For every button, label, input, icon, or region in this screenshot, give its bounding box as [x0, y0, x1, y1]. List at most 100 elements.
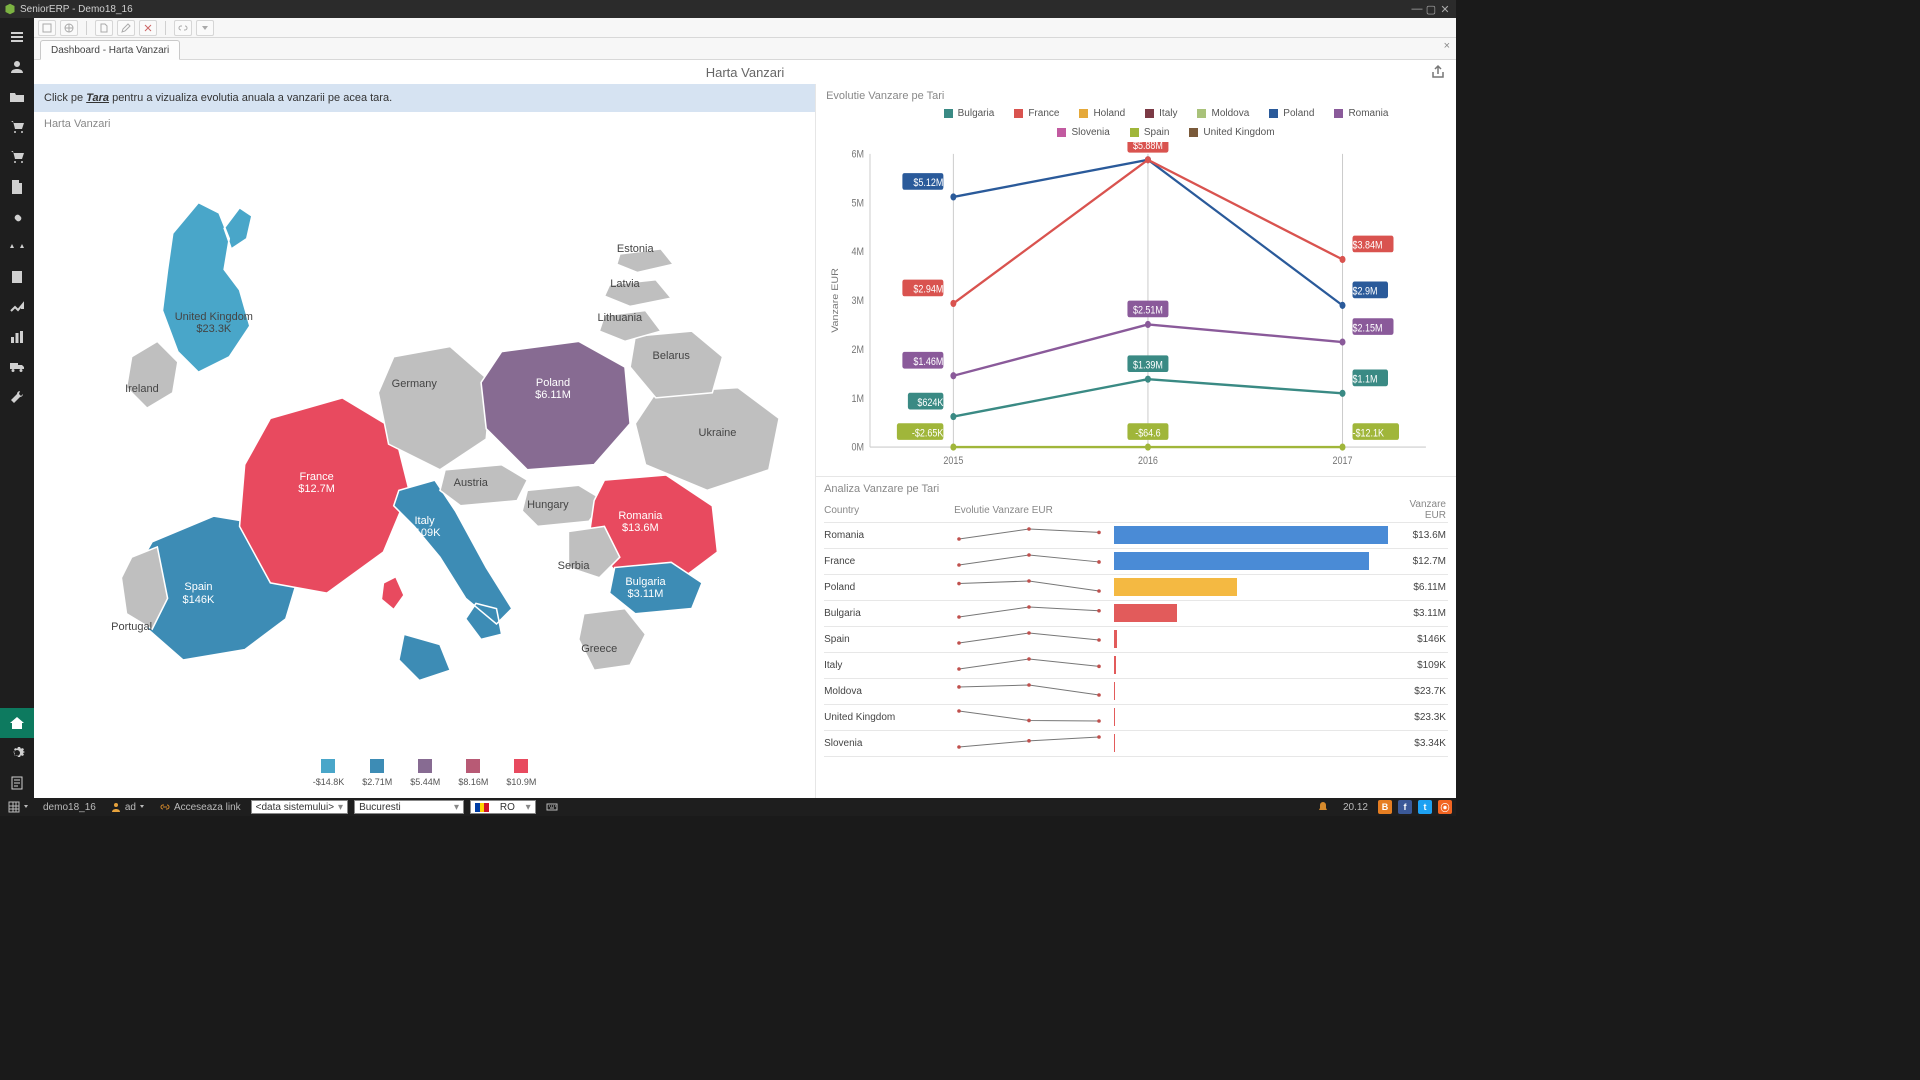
table-cell-country: Romania [824, 530, 954, 541]
window-maximize-button[interactable]: ▢ [1424, 3, 1438, 16]
table-cell-country: Bulgaria [824, 608, 954, 619]
cart-out-icon[interactable] [0, 112, 34, 142]
table-header: Country Evolutie Vanzare EUR Vanzare EUR [824, 499, 1448, 523]
twitter-icon[interactable]: t [1418, 800, 1432, 814]
toolbar-button-1[interactable] [38, 20, 56, 36]
legend-item[interactable]: Bulgaria [944, 108, 995, 119]
tools-icon[interactable] [0, 382, 34, 412]
table-row[interactable]: Moldova $23.7K [824, 679, 1448, 705]
rss-icon[interactable]: ⦿ [1438, 800, 1452, 814]
legend-item[interactable]: Romania [1334, 108, 1388, 119]
table-row[interactable]: Bulgaria $3.11M [824, 601, 1448, 627]
truck-icon[interactable] [0, 352, 34, 382]
bar-chart-icon[interactable] [0, 322, 34, 352]
table-row[interactable]: France $12.7M [824, 549, 1448, 575]
map-country-belarus[interactable] [630, 331, 722, 398]
table-row[interactable]: Spain $146K [824, 627, 1448, 653]
doc-icon[interactable] [95, 20, 113, 36]
tab-dashboard[interactable]: Dashboard - Harta Vanzari [40, 40, 180, 60]
svg-text:2016: 2016 [1138, 455, 1158, 467]
dropdown-icon[interactable] [196, 20, 214, 36]
legend-item[interactable]: Spain [1130, 127, 1170, 138]
table-row[interactable]: Slovenia $3.34K [824, 731, 1448, 757]
legend-item[interactable]: France [1014, 108, 1059, 119]
table-cell-spark [954, 683, 1114, 700]
table-row[interactable]: United Kingdom $23.3K [824, 705, 1448, 731]
document-arrow-icon[interactable] [0, 172, 34, 202]
table-row[interactable]: Italy $109K [824, 653, 1448, 679]
trend-icon[interactable] [0, 292, 34, 322]
window-minimize-button[interactable]: — [1410, 3, 1424, 15]
svg-text:0M: 0M [852, 442, 864, 454]
map-country-ireland[interactable] [126, 341, 177, 408]
map-legend-item: $5.44M [410, 759, 440, 787]
legend-item[interactable]: Italy [1145, 108, 1177, 119]
analysis-table[interactable]: Country Evolutie Vanzare EUR Vanzare EUR… [824, 499, 1448, 792]
status-locale[interactable]: RO ▾ [470, 800, 536, 814]
balance-icon[interactable] [0, 232, 34, 262]
table-cell-spark [954, 553, 1114, 570]
map-legend-item: $10.9M [506, 759, 536, 787]
customers-icon[interactable] [0, 52, 34, 82]
status-city-input[interactable]: Bucuresti▾ [354, 800, 464, 814]
app-logo-icon [4, 3, 16, 15]
map-country-poland[interactable] [481, 341, 630, 469]
chain-link-icon[interactable] [174, 20, 192, 36]
table-cell-country: Spain [824, 634, 954, 645]
status-link[interactable]: Acceseaza link [155, 799, 245, 815]
table-cell-bar [1114, 604, 1388, 622]
svg-text:$2.51M: $2.51M [1133, 305, 1163, 317]
gear-icon[interactable] [0, 738, 34, 768]
legend-item[interactable]: Holand [1079, 108, 1125, 119]
grid-status-icon[interactable] [4, 799, 33, 815]
table-pane: Analiza Vanzare pe Tari Country Evolutie… [816, 477, 1456, 798]
status-notify-icon[interactable] [1313, 799, 1333, 815]
line-chart-plot[interactable]: 0M1M2M3M4M5M6M201520162017Vanzare EUR$5.… [826, 142, 1446, 476]
table-cell-value: $12.7M [1388, 556, 1448, 567]
svg-text:$5.12M: $5.12M [914, 178, 944, 190]
table-cell-spark [954, 735, 1114, 752]
status-keyboard-icon[interactable] [542, 799, 562, 815]
cart-in-icon[interactable] [0, 142, 34, 172]
map-country-united-kingdom[interactable] [162, 203, 251, 373]
svg-text:-$64.6: -$64.6 [1135, 428, 1161, 440]
status-sysdate-input[interactable]: <data sistemului>▾ [251, 800, 348, 814]
table-row[interactable]: Romania $13.6M [824, 523, 1448, 549]
legend-item[interactable]: United Kingdom [1189, 127, 1274, 138]
status-user[interactable]: ad [106, 799, 149, 815]
facebook-icon[interactable]: f [1398, 800, 1412, 814]
table-cell-bar [1114, 682, 1388, 700]
svg-text:2015: 2015 [943, 455, 963, 467]
map-country-austria[interactable] [440, 465, 527, 506]
delete-icon[interactable] [139, 20, 157, 36]
map-country-estonia[interactable] [617, 249, 674, 273]
legend-item[interactable]: Moldova [1197, 108, 1249, 119]
blogger-icon[interactable]: B [1378, 800, 1392, 814]
svg-text:-$2.65K: -$2.65K [912, 428, 944, 440]
home-icon[interactable] [0, 708, 34, 738]
table-row[interactable]: Poland $6.11M [824, 575, 1448, 601]
globe-icon[interactable] [60, 20, 78, 36]
tab-close-button[interactable]: × [1444, 40, 1450, 52]
map-country-latvia[interactable] [604, 280, 671, 307]
window-close-button[interactable]: ✕ [1438, 3, 1452, 16]
tab-strip: Dashboard - Harta Vanzari × [34, 38, 1456, 60]
folder-open-icon[interactable] [0, 82, 34, 112]
legend-item[interactable]: Slovenia [1057, 127, 1109, 138]
menu-toggle-icon[interactable] [0, 22, 34, 52]
svg-text:$2.94M: $2.94M [914, 284, 944, 296]
building-icon[interactable] [0, 262, 34, 292]
legend-item[interactable]: Poland [1269, 108, 1314, 119]
map-country-italy[interactable] [394, 480, 512, 680]
svg-text:$624K: $624K [918, 397, 944, 409]
hint-bar: Click pe Tara pentru a vizualiza evoluti… [34, 84, 815, 112]
map-plot[interactable]: United Kingdom$23.3KIrelandSpain$146KPor… [34, 130, 815, 748]
link-icon[interactable] [0, 202, 34, 232]
table-cell-bar [1114, 734, 1388, 752]
svg-text:$1.1M: $1.1M [1353, 374, 1378, 386]
report-icon[interactable] [0, 768, 34, 798]
edit-icon[interactable] [117, 20, 135, 36]
map-country-greece[interactable] [579, 609, 646, 671]
share-icon[interactable] [1430, 64, 1446, 80]
svg-text:2M: 2M [852, 344, 864, 356]
